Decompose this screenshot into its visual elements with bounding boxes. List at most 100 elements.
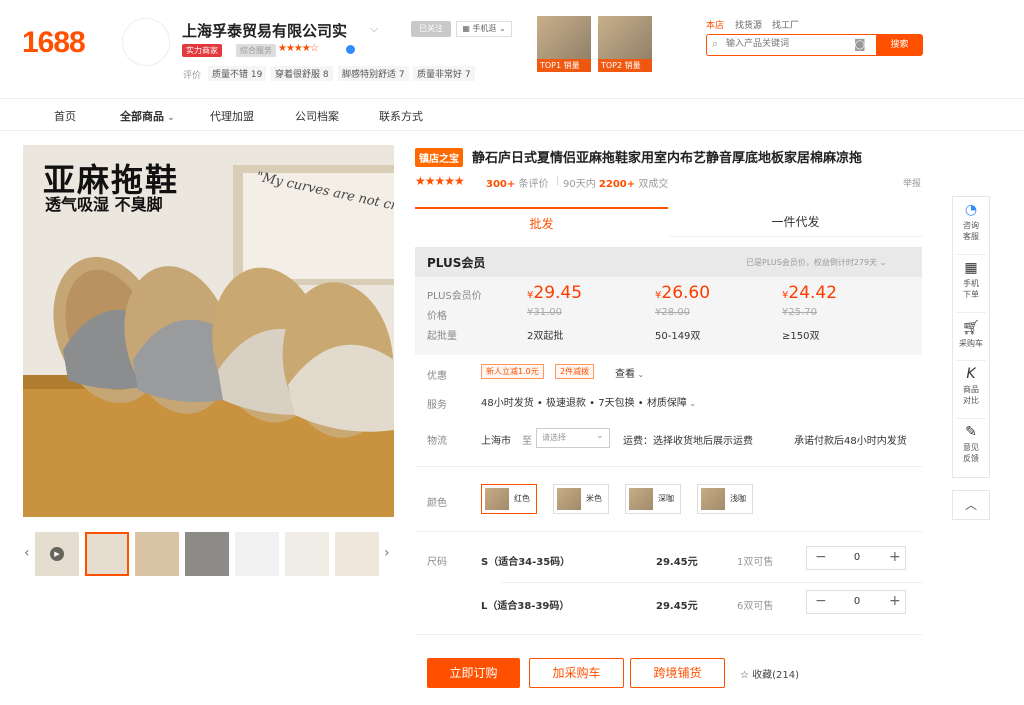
- service-list[interactable]: 48小时发货 • 极速退款 • 7天包换 • 材质保障 ⌄: [481, 394, 696, 409]
- product-title: 静石庐日式夏情侣亚麻拖鞋家用室内布艺静音厚底地板家居棉麻凉拖: [472, 151, 863, 166]
- thumb-image[interactable]: [135, 532, 179, 576]
- main-product-image[interactable]: 亚麻拖鞋 透气吸湿 不臭脚 "My curves are not cra: [23, 145, 394, 517]
- image-subline: 透气吸湿 不臭脚: [45, 195, 163, 214]
- float-label: 下单: [963, 290, 979, 299]
- report-link[interactable]: 举报: [903, 176, 921, 189]
- quantity-value[interactable]: 0: [843, 552, 871, 563]
- nav-home[interactable]: 首页: [54, 108, 76, 124]
- tier-original-price: ¥31.00: [527, 307, 562, 318]
- view-offers-link[interactable]: 查看 ⌄: [615, 365, 644, 380]
- quantity-stepper: − 0 +: [806, 546, 906, 570]
- promo-chip[interactable]: 新人立减1.0元: [481, 364, 544, 379]
- thumb-image[interactable]: [85, 532, 129, 576]
- scope-tab-shop[interactable]: 本店: [706, 18, 724, 31]
- color-option[interactable]: 红色: [481, 484, 537, 514]
- mobile-browse-button[interactable]: ▦ 手机逛 ⌄: [456, 21, 512, 37]
- scope-tab-factory[interactable]: 找工厂: [772, 18, 799, 31]
- chevron-left-icon[interactable]: ‹: [24, 545, 30, 561]
- compare-icon: K: [966, 366, 976, 382]
- top-product-thumb[interactable]: TOP1 销量: [537, 16, 591, 72]
- minus-button[interactable]: −: [815, 593, 827, 609]
- thumb-image[interactable]: [235, 532, 279, 576]
- color-option[interactable]: 深咖: [625, 484, 681, 514]
- sales-info: 90天内 2200+ 双成交: [563, 175, 668, 190]
- nav-company-profile[interactable]: 公司档案: [295, 108, 339, 124]
- thumb-image[interactable]: [185, 532, 229, 576]
- shop-avatar[interactable]: [122, 18, 170, 66]
- service-rating-stars: ★★★★☆: [278, 43, 319, 54]
- float-label: 对比: [963, 396, 979, 405]
- float-compare[interactable]: K 商品 对比: [952, 366, 990, 406]
- tab-wholesale[interactable]: 批发: [415, 207, 668, 237]
- follow-button[interactable]: 已关注: [411, 21, 451, 37]
- buy-now-button[interactable]: 立即订购: [427, 658, 520, 688]
- chevron-right-icon[interactable]: ›: [384, 545, 390, 561]
- quantity-value[interactable]: 0: [843, 596, 871, 607]
- tier-original-price: ¥28.00: [655, 307, 690, 318]
- add-to-cart-button[interactable]: 加采购车: [529, 658, 624, 688]
- promo-chip[interactable]: 2件减拨: [555, 364, 595, 379]
- thumb-video[interactable]: ▶: [35, 532, 79, 576]
- search-input[interactable]: [726, 38, 846, 48]
- nav-contact[interactable]: 联系方式: [379, 108, 423, 124]
- eval-chip[interactable]: 质量不错 19: [208, 66, 267, 81]
- mobile-label: 手机逛: [472, 24, 497, 33]
- divider: [502, 582, 922, 583]
- size-name: L（适合38-39码）: [481, 601, 570, 612]
- plus-note[interactable]: 已是PLUS会员价，权益倒计时279天 ⌄: [746, 257, 886, 268]
- plus-button[interactable]: +: [889, 593, 901, 609]
- size-name: S（适合34-35码）: [481, 557, 571, 568]
- site-logo[interactable]: 1688: [22, 26, 86, 60]
- float-label: 咨询: [963, 221, 979, 230]
- plus-button[interactable]: +: [889, 549, 901, 565]
- divider: [0, 98, 1024, 99]
- search-button[interactable]: 搜索: [876, 34, 923, 56]
- size-stock: 1双可售: [737, 557, 774, 568]
- eval-label: 评价: [183, 71, 202, 81]
- eval-chip[interactable]: 穿着很舒服 8: [271, 66, 333, 81]
- logistics-label: 物流: [427, 436, 447, 447]
- float-label: 手机: [963, 279, 979, 288]
- divider: [956, 312, 986, 313]
- thumb-image[interactable]: [335, 532, 379, 576]
- cross-border-button[interactable]: 跨境铺货: [630, 658, 725, 688]
- chevron-down-icon[interactable]: ⌵: [370, 22, 378, 36]
- favorite-button[interactable]: ☆ 收藏(214): [740, 666, 799, 681]
- nav-all-products[interactable]: 全部商品 ⌄: [120, 108, 175, 124]
- back-to-top-button[interactable]: ︿: [952, 490, 990, 520]
- tier-moq: 2双起批: [527, 331, 564, 342]
- top-product-thumb[interactable]: TOP2 销量: [598, 16, 652, 72]
- thumb-image[interactable]: [285, 532, 329, 576]
- eval-chip[interactable]: 脚感特别舒适 7: [338, 66, 409, 81]
- quantity-stepper: − 0 +: [806, 590, 906, 614]
- chevron-down-icon: ⌄: [635, 370, 645, 379]
- service-badge: 综合服务: [236, 44, 276, 57]
- nav-agent[interactable]: 代理加盟: [210, 108, 254, 124]
- qr-icon: ▦: [964, 260, 978, 276]
- star-icon: ☆: [740, 670, 753, 681]
- reviews-label: 条评价: [518, 179, 549, 190]
- eval-chip[interactable]: 质量非常好 7: [413, 66, 475, 81]
- float-cart[interactable]: 🛒︎ 采购车: [952, 320, 990, 349]
- divider: [0, 130, 1024, 131]
- shipping-fee-note: 运费：选择收货地后展示运费: [623, 436, 753, 447]
- strength-merchant-badge: 实力商家: [182, 44, 222, 57]
- float-feedback[interactable]: ✎ 意见 反馈: [952, 424, 990, 464]
- nav-all-products-label: 全部商品: [120, 110, 164, 123]
- float-customer-service[interactable]: ◔ 咨询 客服: [952, 202, 990, 242]
- float-label: 采购车: [959, 339, 983, 348]
- tier-plus-price: ¥29.45: [527, 283, 582, 303]
- minus-button[interactable]: −: [815, 549, 827, 565]
- scope-tab-source[interactable]: 找货源: [735, 18, 762, 31]
- float-mobile-order[interactable]: ▦ 手机 下单: [952, 260, 990, 300]
- float-label: 反馈: [963, 454, 979, 463]
- reviews-count[interactable]: 300+ 条评价: [486, 175, 548, 190]
- chevron-down-icon: ⌄: [596, 431, 604, 441]
- chevron-up-icon: ︿: [964, 498, 977, 512]
- info-dot-icon[interactable]: [346, 45, 355, 54]
- shop-name[interactable]: 上海孚泰贸易有限公司实: [182, 20, 347, 41]
- camera-icon[interactable]: ◙: [854, 37, 866, 51]
- color-option[interactable]: 米色: [553, 484, 609, 514]
- color-option[interactable]: 浅咖: [697, 484, 753, 514]
- tab-dropship[interactable]: 一件代发: [669, 207, 922, 237]
